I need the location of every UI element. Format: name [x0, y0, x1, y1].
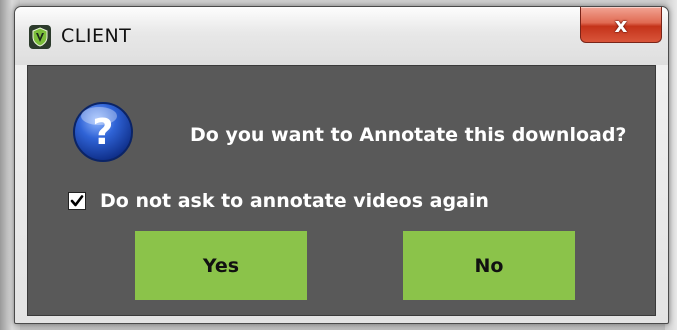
close-icon: x	[614, 12, 628, 37]
question-icon: ?	[72, 101, 134, 163]
dialog-message: Do you want to Annotate this download?	[190, 124, 627, 146]
do-not-ask-checkbox-row[interactable]: Do not ask to annotate videos again	[68, 190, 489, 212]
svg-text:?: ?	[93, 112, 114, 153]
window-title: CLIENT	[61, 25, 132, 47]
dialog-body: ? Do you want to Annotate this download?…	[27, 65, 656, 316]
yes-button[interactable]: Yes	[135, 231, 307, 300]
checkmark-icon	[70, 195, 84, 207]
close-button[interactable]: x	[580, 7, 662, 43]
do-not-ask-checkbox[interactable]	[68, 192, 86, 210]
dialog-window: CLIENT x ? Do you want to Annotate this …	[14, 6, 669, 324]
title-bar[interactable]: CLIENT x	[15, 7, 668, 65]
app-logo-icon	[29, 25, 51, 49]
no-button[interactable]: No	[403, 231, 575, 300]
do-not-ask-label: Do not ask to annotate videos again	[100, 190, 489, 212]
